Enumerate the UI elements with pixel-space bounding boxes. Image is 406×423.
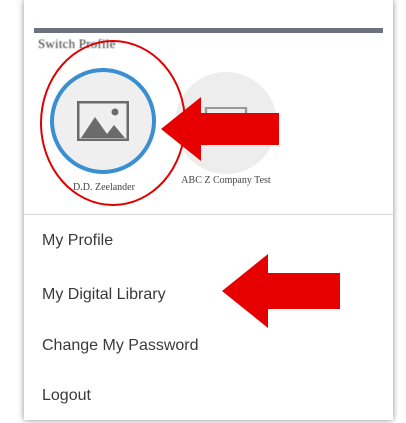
menu-divider: [24, 214, 393, 215]
menu-item-my-profile[interactable]: My Profile: [42, 232, 113, 250]
profile-switcher: D.D. Zeelander ABC Z Company Test: [24, 0, 393, 215]
menu-item-logout[interactable]: Logout: [42, 387, 91, 405]
menu-item-my-digital-library[interactable]: My Digital Library: [42, 286, 166, 304]
menu-item-change-password[interactable]: Change My Password: [42, 337, 199, 355]
red-arrow-annotation-library: [222, 254, 340, 328]
profile-name-inactive[interactable]: ABC Z Company Test: [180, 175, 272, 187]
profile-dropdown-panel: Switch Profile D.D. Zeelander ABC Z Comp…: [24, 0, 393, 420]
red-arrow-annotation-profile: [161, 97, 279, 161]
